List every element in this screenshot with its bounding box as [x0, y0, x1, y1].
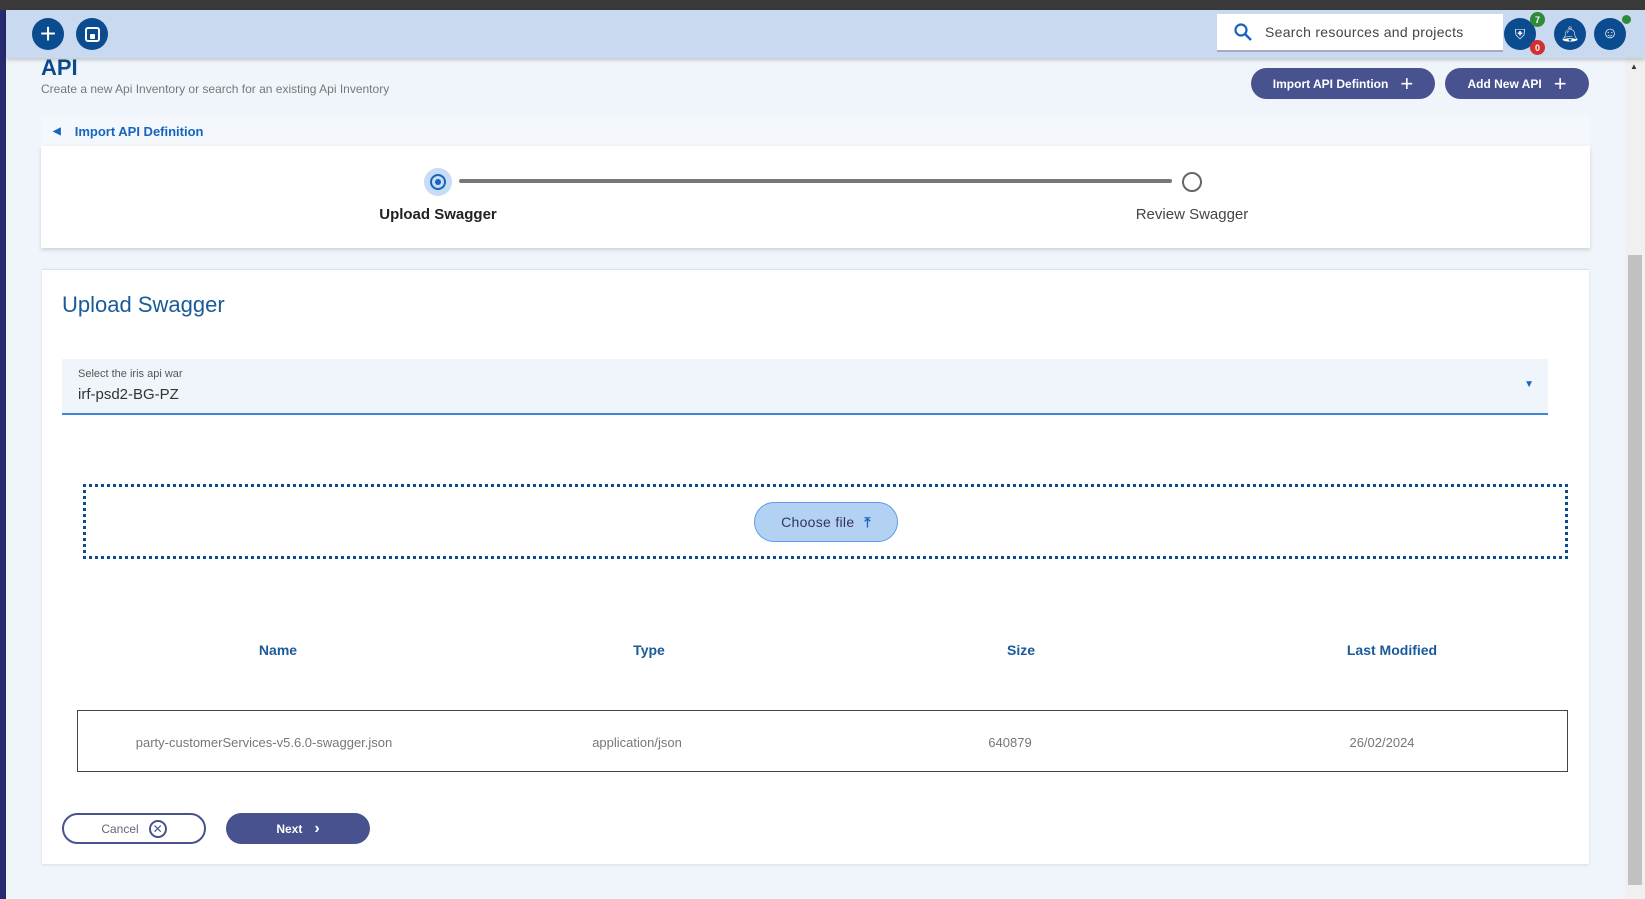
step-upload-icon[interactable]	[424, 168, 452, 196]
import-label: Import API Defintion	[1272, 76, 1389, 91]
iris-api-war-select[interactable]: Select the iris api war irf-psd2-BG-PZ ▼	[62, 359, 1548, 415]
stepper: Upload Swagger Review Swagger	[41, 146, 1590, 248]
plus-icon: +	[1553, 70, 1567, 96]
select-value: irf-psd2-BG-PZ	[78, 386, 179, 403]
page-title: API	[41, 55, 78, 80]
cell-type: application/json	[592, 735, 682, 750]
left-edge	[0, 10, 6, 899]
header-type[interactable]: Type	[633, 642, 665, 658]
next-button[interactable]: Next ›	[226, 813, 370, 844]
cancel-label: Cancel	[101, 821, 139, 836]
search-placeholder: Search resources and projects	[1265, 24, 1464, 40]
add-icon[interactable]: +	[32, 18, 64, 50]
breadcrumb-label[interactable]: Import API Definition	[75, 124, 204, 139]
cell-size: 640879	[988, 735, 1032, 750]
cell-name: party-customerServices-v5.6.0-swagger.js…	[135, 735, 393, 750]
scrollbar[interactable]: ▲	[1625, 58, 1645, 899]
online-indicator	[1622, 15, 1631, 24]
table-row[interactable]: party-customerServices-v5.6.0-swagger.js…	[77, 710, 1568, 772]
add-label: Add New API	[1467, 76, 1542, 91]
search-icon	[1234, 23, 1252, 41]
add-new-api-button[interactable]: Add New API +	[1445, 68, 1589, 99]
step-review-label: Review Swagger	[1135, 206, 1249, 223]
cancel-button[interactable]: Cancel ✕	[62, 813, 206, 844]
next-label: Next	[276, 821, 303, 836]
save-icon[interactable]	[76, 18, 108, 50]
shield-badge-top: 7	[1530, 12, 1545, 27]
stepper-line	[459, 179, 1172, 183]
import-api-definition-button[interactable]: Import API Defintion +	[1251, 68, 1435, 99]
upload-card: Upload Swagger Select the iris api war i…	[42, 269, 1589, 864]
window-top-strip	[0, 0, 1645, 10]
close-circle-icon: ✕	[148, 819, 167, 838]
shield-badge-bottom: 0	[1530, 40, 1545, 55]
choose-file-label: Choose file	[781, 514, 855, 530]
header-size[interactable]: Size	[1007, 642, 1035, 658]
scroll-up-icon[interactable]: ▲	[1630, 62, 1638, 71]
top-bar: + Search resources and projects ⛨ 7 0 🔔︎…	[6, 10, 1645, 58]
choose-file-button[interactable]: Choose file ⤒	[754, 502, 898, 542]
plus-icon: +	[1400, 70, 1414, 96]
step-review-icon[interactable]	[1182, 172, 1202, 192]
header-name[interactable]: Name	[259, 642, 297, 658]
cell-last-modified: 26/02/2024	[1349, 735, 1415, 750]
table-header: Name Type Size Last Modified	[42, 642, 1589, 662]
bell-icon[interactable]: 🔔︎	[1554, 18, 1586, 50]
chevron-right-icon: ›	[314, 819, 320, 837]
back-chevron-icon[interactable]: ◀	[53, 126, 61, 137]
user-icon[interactable]: ☺	[1594, 18, 1626, 50]
search-input[interactable]: Search resources and projects	[1217, 14, 1503, 52]
section-title: Upload Swagger	[62, 292, 225, 317]
file-dropzone[interactable]: Choose file ⤒	[83, 484, 1568, 559]
page-subtitle: Create a new Api Inventory or search for…	[41, 82, 390, 96]
scrollbar-thumb[interactable]	[1628, 255, 1642, 885]
step-upload-label: Upload Swagger	[379, 206, 497, 223]
breadcrumb[interactable]: ◀ Import API Definition	[41, 116, 1590, 146]
header-last-modified[interactable]: Last Modified	[1347, 642, 1437, 658]
select-label: Select the iris api war	[78, 368, 183, 380]
upload-icon: ⤒	[864, 513, 871, 530]
dropdown-arrow-icon: ▼	[1524, 379, 1534, 390]
